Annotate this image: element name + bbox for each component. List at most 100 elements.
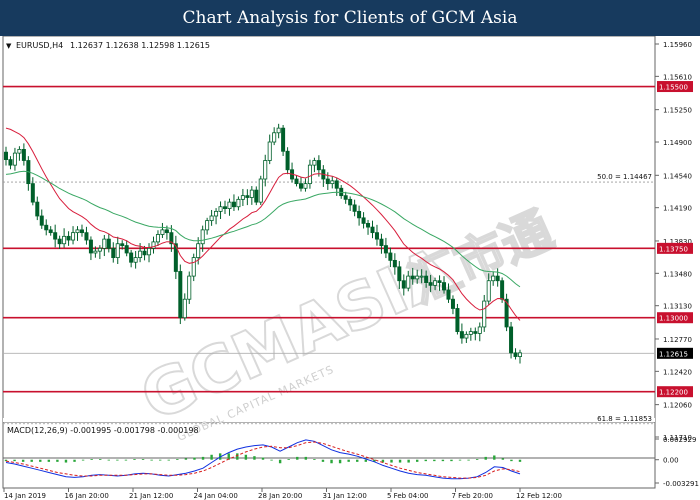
macd-hist-bar — [484, 456, 487, 460]
time-tick-label: 16 Jan 20:00 — [65, 492, 109, 500]
candle-body — [21, 149, 26, 161]
fibonacci-label: 61.8 = 1.11853 — [597, 415, 652, 423]
macd-hist-bar — [501, 458, 505, 460]
macd-hist-bar — [116, 459, 119, 461]
candle-body — [397, 266, 402, 282]
candle-body — [245, 195, 250, 198]
candle-body — [383, 245, 388, 254]
candle-body — [223, 206, 228, 209]
macd-hist-bar — [321, 459, 325, 462]
macd-hist-bar — [39, 459, 42, 462]
candle-body — [374, 232, 379, 240]
candle-body — [482, 300, 487, 328]
candle-body — [486, 280, 491, 302]
candle-body — [316, 160, 321, 171]
candle-body — [513, 352, 518, 357]
candle-body — [227, 201, 232, 209]
candle-body — [147, 247, 152, 256]
candle-body — [366, 222, 371, 228]
macd-hist-bar — [356, 459, 359, 462]
macd-hist-bar — [441, 459, 445, 462]
candle-body — [419, 275, 424, 278]
candle-body — [48, 229, 53, 234]
candle-body — [205, 220, 210, 231]
candle-body — [231, 201, 236, 208]
candle-body — [53, 232, 58, 240]
macd-hist-bar — [407, 459, 410, 463]
macd-tick-label: 0.00 — [663, 457, 679, 465]
candle-body — [415, 275, 420, 280]
candle-body — [258, 178, 263, 203]
candle-body — [71, 232, 76, 241]
candle-body — [298, 183, 303, 189]
macd-hist-bar — [133, 459, 136, 460]
macd-hist-bar — [13, 459, 16, 462]
ohlc-values: 1.12637 1.12638 1.12598 1.12615 — [70, 41, 210, 50]
level-label: 1.12200 — [659, 389, 688, 397]
candle-body — [93, 250, 98, 254]
candle-body — [115, 243, 120, 259]
candle-body — [433, 280, 438, 286]
time-tick-label: 28 Jan 20:00 — [258, 492, 302, 500]
macd-label: MACD(12,26,9) -0.001995 -0.001798 -0.000… — [7, 426, 199, 435]
candle-body — [97, 247, 102, 252]
price-tick-label: 1.12420 — [663, 368, 692, 376]
macd-hist-bar — [364, 459, 367, 462]
price-tick-label: 1.12770 — [663, 336, 692, 344]
candle-body — [491, 275, 496, 282]
candle-body — [446, 289, 451, 300]
candle-body — [17, 149, 22, 154]
candle-body — [102, 238, 107, 249]
macd-hist-bar — [64, 459, 68, 463]
candle-body — [106, 238, 111, 249]
macd-hist-bar — [30, 459, 33, 462]
candle-body — [263, 160, 268, 180]
candle-body — [495, 275, 500, 282]
price-tick-label: 1.14900 — [663, 139, 692, 147]
candle-body — [348, 198, 353, 206]
macd-hist-bar — [261, 457, 265, 460]
candle-body — [155, 234, 160, 243]
candle-body — [142, 250, 147, 256]
macd-hist-bar — [338, 459, 342, 464]
candle-body — [214, 210, 219, 217]
price-tick-label: 1.15960 — [663, 41, 692, 49]
macd-hist-bar — [193, 457, 196, 460]
candle-body — [218, 206, 223, 212]
macd-hist-bar — [81, 459, 85, 461]
level-label: 1.13750 — [659, 245, 688, 253]
macd-hist-bar — [21, 459, 25, 462]
candle-body — [477, 326, 482, 334]
candle-body — [187, 275, 192, 300]
macd-hist-bar — [159, 459, 162, 461]
macd-hist-bar — [201, 456, 205, 460]
candle-body — [450, 298, 455, 309]
macd-hist-bar — [510, 459, 513, 462]
macd-hist-bar — [210, 454, 213, 460]
candle-body — [254, 189, 259, 203]
macd-hist-bar — [150, 459, 153, 461]
macd-hist-bar — [124, 459, 128, 461]
collapse-triangle-icon[interactable]: ▼ — [6, 42, 12, 50]
macd-hist-bar — [390, 459, 393, 463]
macd-hist-bar — [176, 459, 179, 460]
candle-body — [75, 229, 80, 234]
candle-body — [312, 160, 317, 166]
candle-body — [79, 229, 84, 234]
price-tick-label: 1.15250 — [663, 107, 692, 115]
candle-body — [84, 232, 89, 241]
candle-body — [294, 178, 299, 185]
time-tick-label: 7 Feb 20:00 — [452, 492, 493, 500]
candle-body — [334, 180, 339, 189]
candle-body — [343, 195, 348, 200]
candle-body — [111, 247, 116, 259]
candle-body — [410, 275, 415, 280]
candle-body — [518, 352, 523, 357]
macd-tick-label: -0.003291 — [663, 480, 699, 488]
symbol-label: EURUSD,H4 — [16, 41, 63, 50]
page-title: Chart Analysis for Clients of GCM Asia — [0, 0, 700, 36]
macd-hist-bar — [73, 459, 76, 462]
candle-body — [330, 180, 335, 185]
candle-body — [138, 250, 143, 259]
candle-body — [182, 298, 187, 319]
